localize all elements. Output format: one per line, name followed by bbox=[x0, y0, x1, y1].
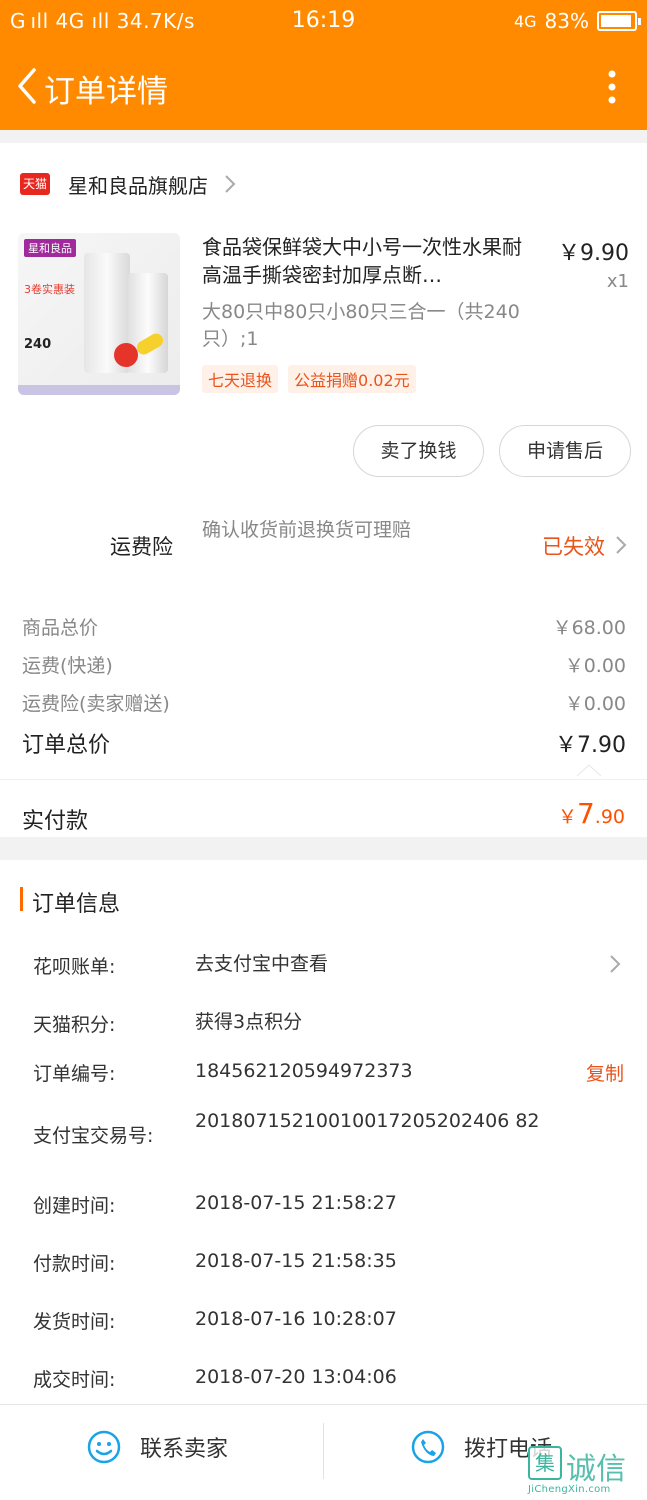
chevron-right-icon bbox=[225, 175, 236, 193]
info-value: 2018-07-20 13:04:06 bbox=[195, 1366, 397, 1388]
info-value: 去支付宝中查看 bbox=[195, 953, 329, 975]
product-image-count: 240 bbox=[24, 337, 52, 352]
info-value: 获得3点积分 bbox=[195, 1011, 303, 1033]
product-quantity: x1 bbox=[606, 271, 629, 292]
cost-value: ￥68.00 bbox=[552, 617, 626, 639]
chevron-right-icon bbox=[616, 536, 627, 554]
cost-value: ￥0.00 bbox=[564, 693, 626, 715]
info-key: 成交时间: bbox=[33, 1369, 116, 1391]
info-key: 花呗账单: bbox=[33, 956, 116, 978]
order-total-value: ￥7.90 bbox=[555, 733, 626, 758]
freight-insurance-desc: 确认收货前退换货可理赔 bbox=[202, 519, 412, 541]
tag-charity: 公益捐赠0.02元 bbox=[288, 365, 416, 393]
info-value: 2018-07-16 10:28:07 bbox=[195, 1308, 397, 1330]
paid-label: 实付款 bbox=[22, 809, 89, 834]
after-sale-button[interactable]: 申请售后 bbox=[499, 425, 631, 477]
expand-caret-icon bbox=[577, 764, 601, 777]
cost-row-shipping: 运费(快递) ￥0.00 bbox=[22, 651, 626, 678]
page-title: 订单详情 bbox=[44, 74, 168, 110]
battery-icon bbox=[597, 11, 641, 31]
sell-button[interactable]: 卖了换钱 bbox=[353, 425, 484, 477]
info-key: 支付宝交易号: bbox=[33, 1125, 154, 1147]
copy-button[interactable]: 复制 bbox=[586, 1059, 624, 1086]
shop-name: 星和良品旗舰店 bbox=[68, 173, 208, 198]
contact-seller-button[interactable]: 联系卖家 bbox=[86, 1429, 228, 1465]
more-icon[interactable] bbox=[607, 70, 617, 104]
order-card: 天猫 星和良品旗舰店 星和良品 3卷实惠装 240 食品袋保鲜袋大中小号一次性水… bbox=[0, 143, 647, 837]
app-header: 订单详情 bbox=[0, 44, 647, 130]
paid-row: 实付款 ￥7.90 bbox=[0, 779, 647, 837]
product-image[interactable]: 星和良品 3卷实惠装 240 bbox=[18, 233, 180, 395]
tmall-logo-icon: 天猫 bbox=[20, 173, 50, 195]
cost-row-goods: 商品总价 ￥68.00 bbox=[22, 613, 626, 640]
info-key: 天猫积分: bbox=[33, 1014, 116, 1036]
product-price: ￥9.90 bbox=[558, 241, 629, 266]
cost-row-insurance: 运费险(卖家赠送) ￥0.00 bbox=[22, 689, 626, 716]
cost-label: 运费险(卖家赠送) bbox=[22, 693, 170, 715]
info-value: 20180715210010017205202406 82 bbox=[195, 1110, 540, 1132]
back-icon[interactable] bbox=[14, 66, 42, 106]
watermark-domain: JiChengXin.com bbox=[528, 1484, 611, 1495]
info-key: 付款时间: bbox=[33, 1253, 116, 1275]
product-title[interactable]: 食品袋保鲜袋大中小号一次性水果耐高温手撕袋密封加厚点断… bbox=[202, 233, 538, 289]
watermark-logo-icon: 集 bbox=[528, 1446, 562, 1480]
phone-icon bbox=[411, 1430, 445, 1464]
tag-seven-day-return: 七天退换 bbox=[202, 365, 279, 393]
network-type: 4G bbox=[513, 11, 537, 31]
status-right: 4G 83% bbox=[513, 9, 641, 33]
product-image-badge: 3卷实惠装 bbox=[24, 283, 75, 296]
freight-insurance-label: 运费险 bbox=[110, 535, 173, 559]
product-sku: 大80只中80只小80只三合一（共240只）;1 bbox=[202, 301, 520, 350]
order-total-label: 订单总价 bbox=[22, 733, 111, 758]
info-key: 订单编号: bbox=[33, 1063, 116, 1085]
paid-value: ￥7.90 bbox=[557, 797, 625, 830]
site-watermark: 集 诚信 JiChengXin.com bbox=[528, 1442, 646, 1498]
section-accent-bar bbox=[20, 887, 23, 911]
info-value: 2018-07-15 21:58:27 bbox=[195, 1192, 397, 1214]
order-total-row: 订单总价 ￥7.90 bbox=[22, 727, 626, 759]
battery-percent: 83% bbox=[544, 9, 589, 33]
info-value: 184562120594972373 bbox=[195, 1060, 413, 1082]
bottom-bar-divider bbox=[323, 1423, 324, 1479]
shop-link[interactable]: 天猫 星和良品旗舰店 bbox=[20, 169, 236, 199]
status-bar: G ıll 4G ıll 34.7K/s 16:19 4G 83% bbox=[0, 0, 647, 44]
cost-value: ￥0.00 bbox=[564, 655, 626, 677]
contact-seller-label: 联系卖家 bbox=[140, 1437, 229, 1462]
product-tags: 七天退换 公益捐赠0.02元 bbox=[202, 365, 416, 393]
cost-label: 运费(快递) bbox=[22, 655, 113, 677]
order-info-section: 订单信息 花呗账单: 去支付宝中查看 天猫积分: 获得3点积分 订单编号: 18… bbox=[0, 860, 647, 1404]
info-value: 2018-07-15 21:58:35 bbox=[195, 1250, 397, 1272]
chat-icon bbox=[87, 1430, 121, 1464]
order-info-title: 订单信息 bbox=[32, 892, 121, 917]
chevron-right-icon bbox=[610, 955, 621, 973]
watermark-text: 诚信 bbox=[566, 1452, 626, 1487]
product-image-brand: 星和良品 bbox=[24, 239, 76, 257]
cost-label: 商品总价 bbox=[22, 617, 99, 639]
info-key: 创建时间: bbox=[33, 1195, 116, 1217]
info-key: 发货时间: bbox=[33, 1311, 116, 1333]
freight-insurance-status[interactable]: 已失效 bbox=[542, 531, 605, 561]
